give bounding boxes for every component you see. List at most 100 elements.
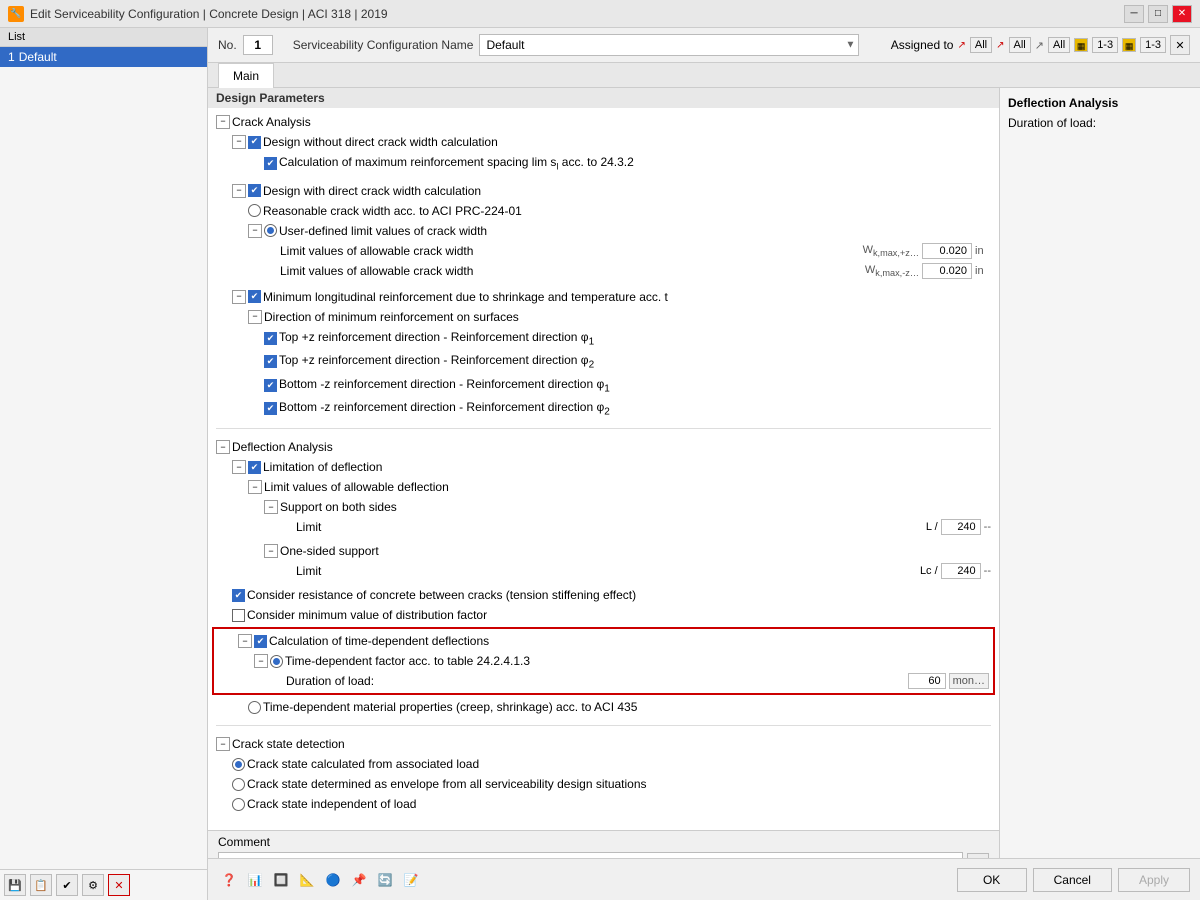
view-btn[interactable]: 🔲 [270,869,292,891]
close-button[interactable]: ✕ [1172,5,1192,23]
filter-btn[interactable]: 🔵 [322,869,344,891]
calc-time-dep-item: − ✔ Calculation of time-dependent deflec… [214,631,993,651]
check-consider-min[interactable] [232,609,245,622]
nav-btn[interactable]: 📌 [348,869,370,891]
radio-crack-assoc[interactable] [232,758,245,771]
refresh-btn[interactable]: 🔄 [374,869,396,891]
main-window: List 1 Default 💾 📋 ✔ ⚙ ✕ No. 1 [0,28,1200,900]
expand-min-reinf[interactable]: − [232,290,246,304]
copy-icon-btn[interactable]: 📋 [30,874,52,896]
duration-value-input[interactable] [908,673,946,689]
limit-pos-sub: Wk,max,+z… [863,244,919,258]
section-icon2: ▦ [1122,38,1136,52]
crack-analysis-item: − Crack Analysis [208,112,999,132]
one-sided-label: One-sided support [280,542,999,560]
check-limitation[interactable]: ✔ [248,461,261,474]
limit-values-label: Limit values of allowable deflection [264,478,999,496]
config-name-group: Serviceability Configuration Name Defaul… [293,34,871,56]
check-top-pos-phi2[interactable]: ✔ [264,355,277,368]
table-btn[interactable]: 📊 [244,869,266,891]
expand-one-sided[interactable]: − [264,544,278,558]
bot-neg-phi2-label: Bottom -z reinforcement direction - Rein… [279,398,999,419]
radio-user-defined[interactable] [264,224,277,237]
assigned-sections2[interactable]: 1-3 [1140,37,1166,53]
list-item-default[interactable]: 1 Default [0,47,207,67]
config-name-select[interactable]: Default [479,34,859,56]
support-both-item: − Support on both sides [208,497,999,517]
clear-assigned-btn[interactable]: ✕ [1170,35,1190,55]
support-both-value-input[interactable] [941,519,981,535]
deflection-analysis-label: Deflection Analysis [232,438,999,456]
one-sided-limit-label: Limit [296,564,321,578]
one-sided-value-input[interactable] [941,563,981,579]
assigned-to-label: Assigned to [891,38,954,52]
expand-limit-values[interactable]: − [248,480,262,494]
red-arrow-icon1: ↗ [957,40,965,51]
radio-crack-envelope[interactable] [232,778,245,791]
list-item-name: Default [19,50,57,64]
radio-time-factor[interactable] [270,655,283,668]
calc-max-item: ✔ Calculation of maximum reinforcement s… [208,152,999,175]
limit-neg-input[interactable] [922,263,972,279]
bottom-bar: ❓ 📊 🔲 📐 🔵 📌 🔄 📝 OK Cancel Apply [208,858,1200,900]
toolbar-icons: ❓ 📊 🔲 📐 🔵 📌 🔄 📝 [218,869,422,891]
user-defined-label: User-defined limit values of crack width [279,222,999,240]
save-icon-btn[interactable]: 💾 [4,874,26,896]
check-all-btn[interactable]: ✔ [56,874,78,896]
section-icon: ▦ [1074,38,1088,52]
limit-pos-item: Limit values of allowable crack width Wk… [208,241,999,261]
settings-btn[interactable]: ⚙ [82,874,104,896]
support-both-unit: -- [984,521,991,533]
expand-crack-state[interactable]: − [216,737,230,751]
check-calc-max[interactable]: ✔ [264,157,277,170]
check-no-direct[interactable]: ✔ [248,136,261,149]
check-bot-neg-phi2[interactable]: ✔ [264,402,277,415]
consider-minimum-item: Consider minimum value of distribution f… [208,605,999,625]
calc-btn[interactable]: 📐 [296,869,318,891]
assigned-sections[interactable]: 1-3 [1092,37,1118,53]
expand-support-both[interactable]: − [264,500,278,514]
one-sided-values: Lc / -- [920,563,999,579]
check-bot-neg-phi1[interactable]: ✔ [264,379,277,392]
ok-button[interactable]: OK [957,868,1027,892]
maximize-button[interactable]: □ [1148,5,1168,23]
assigned-all-3[interactable]: All [1048,37,1070,53]
minimize-button[interactable]: ─ [1124,5,1144,23]
expand-limitation[interactable]: − [232,460,246,474]
limit-pos-input[interactable] [922,243,972,259]
limitation-label: Limitation of deflection [263,458,999,476]
script-btn[interactable]: 📝 [400,869,422,891]
content-area: List 1 Default 💾 📋 ✔ ⚙ ✕ No. 1 [0,28,1200,900]
expand-user-defined[interactable]: − [248,224,262,238]
check-top-pos-phi1[interactable]: ✔ [264,332,277,345]
crack-analysis-label: Crack Analysis [232,113,999,131]
expand-deflection[interactable]: − [216,440,230,454]
expand-direct[interactable]: − [232,184,246,198]
assigned-to-group: Assigned to ↗ All ↗ All ↗ All ▦ 1-3 ▦ 1-… [891,35,1190,55]
check-resistance[interactable]: ✔ [232,589,245,602]
check-calc-time[interactable]: ✔ [254,635,267,648]
assigned-all-2[interactable]: All [1009,37,1031,53]
tab-main[interactable]: Main [218,63,274,88]
expand-calc-time[interactable]: − [238,634,252,648]
expand-no-direct[interactable]: − [232,135,246,149]
assigned-all-1[interactable]: All [970,37,992,53]
apply-button[interactable]: Apply [1118,868,1190,892]
check-direct[interactable]: ✔ [248,184,261,197]
expand-crack-analysis[interactable]: − [216,115,230,129]
delete-btn[interactable]: ✕ [108,874,130,896]
radio-crack-independent[interactable] [232,798,245,811]
min-reinf-item: − ✔ Minimum longitudinal reinforcement d… [208,287,999,307]
comment-section: Comment 📋 [208,830,999,858]
check-min-reinf[interactable]: ✔ [248,290,261,303]
radio-time-material[interactable] [248,701,261,714]
tabs-row: Main [208,63,1200,88]
reasonable-label: Reasonable crack width acc. to ACI PRC-2… [263,202,999,220]
radio-reasonable[interactable] [248,204,261,217]
expand-direction[interactable]: − [248,310,262,324]
cancel-button[interactable]: Cancel [1033,868,1112,892]
arrow-icon3: ↗ [1035,39,1044,52]
direction-item: − Direction of minimum reinforcement on … [208,307,999,327]
expand-time-factor[interactable]: − [254,654,268,668]
help-btn[interactable]: ❓ [218,869,240,891]
